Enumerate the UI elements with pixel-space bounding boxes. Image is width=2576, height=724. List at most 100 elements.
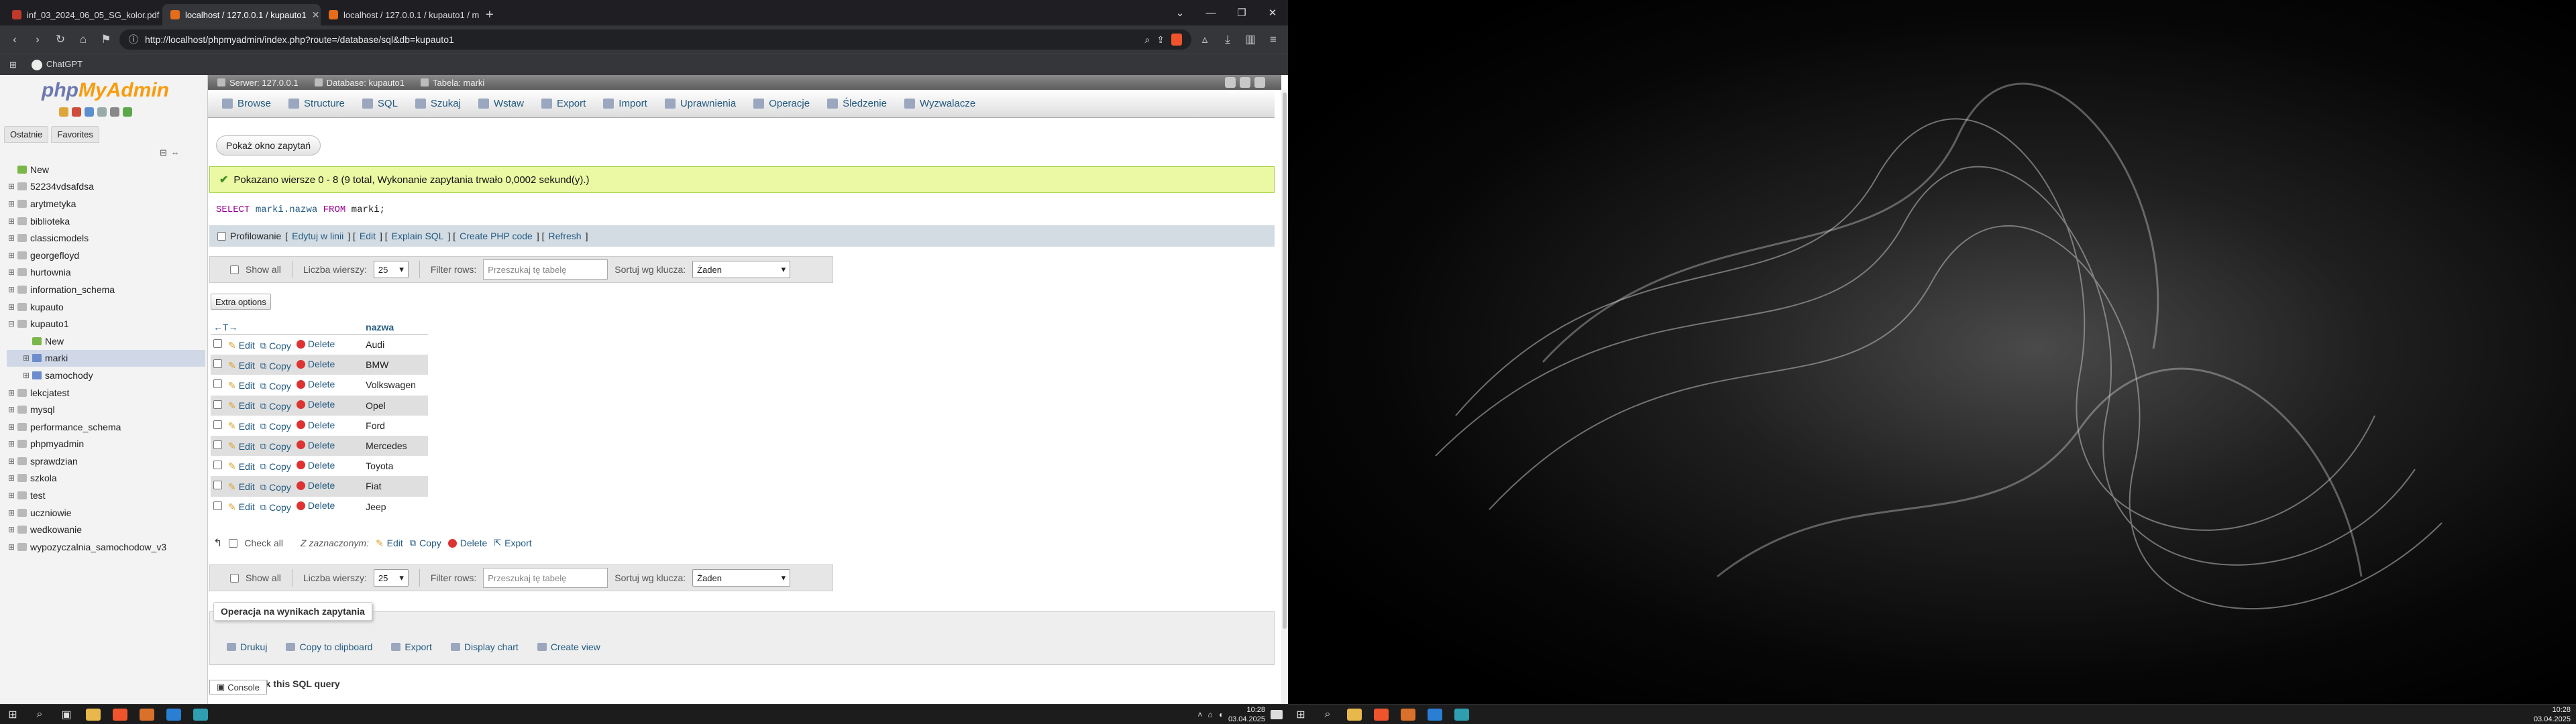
expand-icon[interactable]: ⊞ [7,388,16,398]
clock[interactable]: 10:28 03.04.2025 [2534,705,2571,724]
home-icon[interactable] [59,107,68,117]
filter-rows-input[interactable]: Przeszukaj tę tabelę [483,259,608,280]
share-icon[interactable]: ⇪ [1157,34,1165,46]
menu-icon[interactable]: ≡ [1264,30,1283,49]
phpmyadmin-logo[interactable]: phpMyAdmin [42,79,169,102]
search-icon[interactable]: ⌕ [31,707,48,722]
copy-to-clipboard-link[interactable]: Copy to clipboard [286,642,372,652]
column-header-nazwa[interactable]: nazwa [363,320,428,335]
zoom-icon[interactable]: ⌕ [1144,34,1150,46]
collapse-icon[interactable] [1254,77,1265,88]
logout-icon[interactable] [72,107,81,117]
breadcrumb-server[interactable]: Serwer: 127.0.0.1 [217,78,299,88]
row-checkbox[interactable] [213,461,222,470]
file-explorer-icon[interactable] [1346,707,1363,722]
sidebar-icon[interactable]: ▥ [1241,30,1260,49]
tree-item-database[interactable]: ⊞ performance_schema [7,418,205,436]
collapse-all-icon[interactable]: ⊟ [160,147,167,158]
bulk-delete-button[interactable]: Delete [447,538,487,548]
clock[interactable]: 10:28 03.04.2025 [1228,705,1265,724]
vscode-icon[interactable] [165,707,182,722]
rows-select[interactable]: 25 ▾ [373,261,409,278]
create-view-link[interactable]: Create view [537,642,600,652]
office-app-icon[interactable] [138,707,156,722]
site-info-icon[interactable]: ⓘ [129,33,138,46]
expand-icon[interactable]: ⊞ [7,233,16,243]
sort-select[interactable]: Żaden ▾ [692,569,791,587]
tree-item-database[interactable]: ⊞ mysql [7,401,205,418]
row-checkbox[interactable] [213,339,222,349]
windows-start-icon[interactable]: ⊞ [4,707,21,722]
help-icon[interactable] [85,107,94,117]
check-all-label[interactable]: Check all [244,538,283,548]
inline-edit-link[interactable]: Edytuj w linii [292,231,343,241]
row-delete-button[interactable]: Delete [296,379,335,389]
bulk-copy-button[interactable]: ⧉ Copy [410,538,441,548]
row-checkbox[interactable] [213,359,222,369]
row-copy-button[interactable]: ⧉ Copy [260,381,291,391]
expand-icon[interactable]: ⊞ [21,371,31,380]
apps-grid-icon[interactable]: ⊞ [9,60,17,70]
bookmark-chatgpt[interactable]: ChatGPT [31,59,83,70]
row-copy-button[interactable]: ⧉ Copy [260,401,291,412]
console-button[interactable]: ▣ Console [209,680,267,695]
expand-icon[interactable]: ⊞ [7,457,16,466]
expand-icon[interactable]: ⊞ [7,422,16,432]
create-php-code-link[interactable]: Create PHP code [460,231,533,241]
row-edit-button[interactable]: ✎ Edit [228,440,255,452]
refresh-link[interactable]: Refresh [549,231,582,241]
row-copy-button[interactable]: ⧉ Copy [260,341,291,351]
tree-item-new[interactable]: New [7,161,205,178]
tree-item-database[interactable]: ⊞ lekcjatest [7,384,205,402]
reload-nav-icon[interactable] [123,107,132,117]
bookmark-page-icon[interactable] [1225,77,1236,88]
row-delete-button[interactable]: Delete [296,420,335,430]
row-delete-button[interactable]: Delete [296,359,335,369]
collapse-icon[interactable]: ⊟ [7,319,16,328]
browser-tab-active[interactable]: localhost / 127.0.0.1 / kupauto1 ✕ [162,4,321,25]
row-edit-button[interactable]: ✎ Edit [228,380,255,391]
brave-shield-icon[interactable] [1171,34,1182,46]
cell-nazwa[interactable]: Fiat [363,476,428,497]
row-checkbox[interactable] [213,481,222,490]
expand-icon[interactable]: ⊞ [7,525,16,534]
display-chart-link[interactable]: Display chart [450,642,519,652]
show-all-checkbox[interactable] [230,265,239,274]
row-copy-button[interactable]: ⧉ Copy [260,482,291,493]
tab-structure[interactable]: Structure [280,90,354,118]
tab-list-icon[interactable]: ⌄ [1165,7,1195,19]
downloads-icon[interactable]: ⤓ [1218,30,1237,49]
tree-item-database[interactable]: ⊞ sprawdzian [7,452,205,470]
bulk-export-button[interactable]: ⇱ Export [494,538,531,548]
sort-select[interactable]: Żaden ▾ [692,261,791,278]
row-copy-button[interactable]: ⧉ Copy [260,421,291,432]
tree-item-database[interactable]: ⊞ test [7,487,205,504]
tree-item-database[interactable]: ⊞ information_schema [7,281,205,298]
row-copy-button[interactable]: ⧉ Copy [260,441,291,452]
tree-item-database[interactable]: ⊞ szkola [7,470,205,487]
expand-icon[interactable]: ⊞ [21,353,31,363]
tree-item-database[interactable]: ⊞ wypozyczalnia_samochodow_v3 [7,538,205,556]
filter-rows-input[interactable]: Przeszukaj tę tabelę [483,568,608,588]
reload-icon[interactable]: ↻ [51,30,70,49]
xampp-icon[interactable] [1453,707,1470,722]
tab-favorites[interactable]: Favorites [51,126,99,143]
docs-icon[interactable] [97,107,107,117]
tab-wyzwalacze[interactable]: Wyzwalacze [896,90,984,118]
breadcrumb-table[interactable]: Tabela: marki [421,78,484,88]
check-all-checkbox[interactable] [229,538,238,548]
rows-select[interactable]: 25 ▾ [373,569,409,587]
row-copy-button[interactable]: ⧉ Copy [260,502,291,513]
scrollbar-thumb[interactable] [1283,93,1287,629]
search-icon[interactable]: ⌕ [1319,707,1336,722]
minimize-icon[interactable]: — [1195,7,1226,19]
tree-item-database[interactable]: ⊞ phpmyadmin [7,436,205,453]
link-with-main-icon[interactable]: ⇔ [171,147,180,158]
close-tab-icon[interactable]: ✕ [312,9,320,21]
row-edit-button[interactable]: ✎ Edit [228,400,255,412]
tree-item-database[interactable]: ⊟ kupauto1 [7,315,205,333]
tree-item-table[interactable]: ⊞ samochody [7,367,205,384]
restore-icon[interactable]: ❐ [1226,7,1257,19]
expand-icon[interactable]: ⊞ [7,302,16,312]
expand-icon[interactable]: ⊞ [7,267,16,277]
